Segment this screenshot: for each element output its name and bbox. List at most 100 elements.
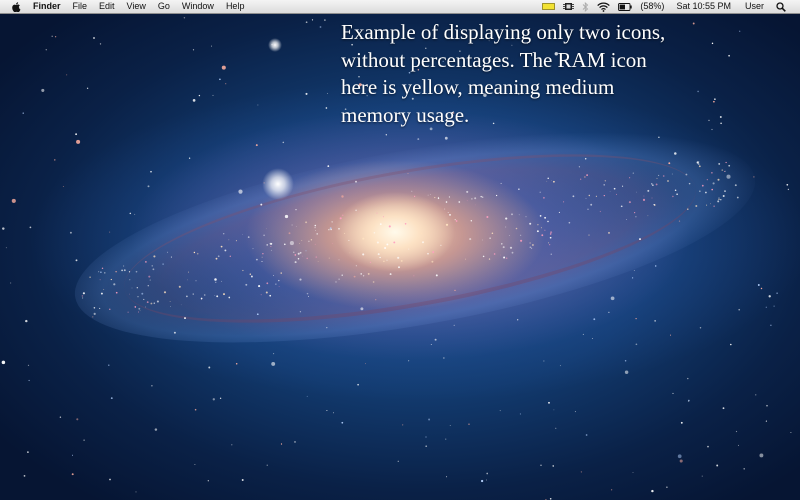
galaxy-star (152, 268, 155, 271)
galaxy-star (515, 227, 518, 230)
galaxy-star (262, 253, 264, 255)
wifi-icon[interactable] (597, 1, 611, 12)
galaxy-star (541, 234, 544, 237)
galaxy-star (580, 178, 582, 180)
galaxy-star (721, 169, 724, 171)
star (299, 311, 302, 313)
star (141, 292, 144, 295)
galaxy-star (128, 271, 131, 273)
galaxy-star (100, 292, 103, 295)
star (593, 318, 596, 321)
galaxy-star (408, 248, 410, 250)
star (11, 198, 16, 203)
galaxy-star (482, 239, 484, 241)
star (311, 19, 314, 21)
star (773, 305, 775, 307)
star (224, 249, 227, 252)
star (194, 464, 196, 466)
user-menu[interactable]: User (745, 0, 764, 13)
galaxy-star (265, 291, 268, 294)
star (425, 445, 428, 448)
galaxy-star (620, 205, 623, 208)
apple-logo-icon[interactable] (11, 1, 21, 12)
galaxy-star (137, 296, 139, 298)
cpu-chip-icon[interactable] (563, 1, 575, 12)
galaxy-star (135, 270, 138, 273)
star (257, 104, 259, 106)
star (365, 363, 366, 365)
galaxy-star (383, 260, 385, 263)
galaxy-star (269, 294, 272, 297)
galaxy-star (588, 194, 591, 197)
star (173, 331, 176, 334)
galaxy-star (147, 284, 150, 287)
menu-view[interactable]: View (121, 0, 152, 13)
star (765, 306, 767, 308)
menu-app-finder[interactable]: Finder (31, 0, 67, 13)
star (194, 408, 197, 411)
bluetooth-icon[interactable] (582, 1, 589, 12)
galaxy-star (718, 198, 720, 201)
galaxy-star (93, 312, 96, 315)
galaxy-star (536, 230, 539, 233)
menu-file[interactable]: File (67, 0, 94, 13)
star (503, 256, 506, 259)
galaxy-star (529, 246, 531, 248)
star (76, 418, 79, 421)
star (330, 228, 332, 231)
galaxy-star (525, 216, 527, 218)
menu-edit[interactable]: Edit (93, 0, 121, 13)
galaxy-star (153, 255, 156, 258)
star (147, 185, 150, 188)
galaxy-star (568, 221, 571, 224)
galaxy-star (474, 197, 477, 200)
menu-go[interactable]: Go (152, 0, 176, 13)
galaxy-star (590, 203, 593, 206)
galaxy-star (317, 261, 319, 262)
galaxy-star (724, 170, 726, 172)
galaxy-star (170, 256, 172, 258)
galaxy-star (488, 258, 491, 260)
star (651, 489, 654, 493)
ram-meter-icon[interactable] (542, 3, 556, 10)
galaxy-star (440, 244, 442, 246)
galaxy-star (647, 215, 649, 217)
star (635, 343, 638, 346)
galaxy-star (341, 274, 343, 276)
galaxy-star (718, 197, 720, 199)
star (553, 409, 555, 411)
galaxy-star (145, 261, 147, 263)
galaxy-star (275, 283, 277, 285)
galaxy-star (367, 272, 370, 275)
star (66, 74, 68, 76)
battery-icon[interactable] (618, 2, 633, 11)
star (584, 176, 586, 178)
galaxy-star (369, 261, 372, 264)
menu-help[interactable]: Help (220, 0, 251, 13)
galaxy-star (376, 212, 378, 214)
galaxy-star (647, 189, 650, 192)
galaxy-star (466, 190, 469, 193)
clock[interactable]: Sat 10:55 PM (676, 0, 731, 13)
star (508, 234, 510, 236)
galaxy-star (295, 226, 297, 227)
spotlight-search-icon[interactable] (776, 1, 786, 12)
galaxy-star (588, 234, 590, 236)
galaxy-star (505, 226, 507, 228)
menu-window[interactable]: Window (176, 0, 220, 13)
galaxy-star (104, 272, 106, 274)
galaxy-star (123, 265, 125, 267)
galaxy-star (655, 183, 658, 186)
star (76, 139, 81, 144)
star (108, 364, 110, 366)
galaxy-disk (60, 91, 770, 384)
galaxy-star (299, 251, 302, 254)
galaxy-star (445, 223, 449, 226)
galaxy-star (196, 252, 199, 255)
galaxy-star (373, 225, 375, 227)
star (326, 327, 328, 329)
galaxy-star (613, 187, 616, 190)
galaxy-star (332, 243, 333, 244)
star (449, 425, 451, 426)
galaxy-star (505, 217, 508, 220)
